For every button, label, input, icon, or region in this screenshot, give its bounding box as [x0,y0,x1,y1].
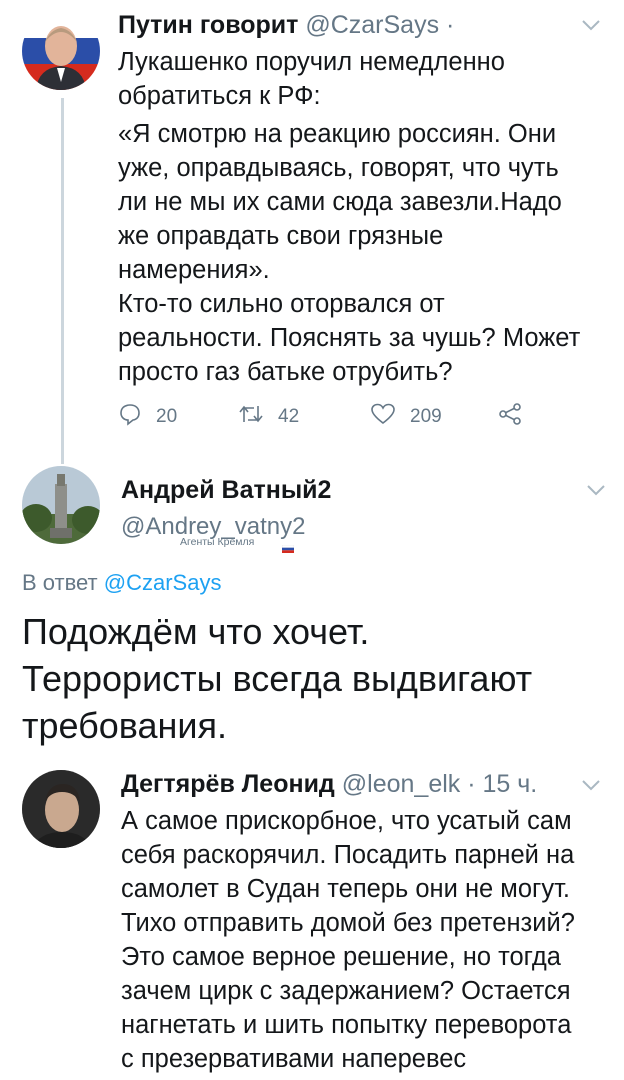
retweet-icon [238,402,278,432]
text-line: Тихо отправить домой без претензий? [121,909,575,937]
reply-context: В ответ @CzarSays [22,570,221,596]
separator: · [446,11,455,39]
flag-icon [281,540,295,553]
text-line: ли не мы их сами сюда завезли.Надо [118,188,562,216]
like-button[interactable]: 209 [370,402,442,432]
text-line: «Я смотрю на реакцию россиян. Они [118,120,557,148]
thread-line [61,98,64,464]
text-line: намерения». [118,256,270,284]
text-line: Кто-то сильно оторвался от [118,290,445,318]
text-line: уже, оправдываясь, говорят, что чуть [118,154,559,182]
retweet-button[interactable]: 42 [238,402,299,432]
text-line: Террористы всегда выдвигают [22,658,533,699]
chevron-down-icon[interactable] [586,483,606,501]
text-line: зачем цирк с задержанием? Остается [121,977,571,1005]
retweet-count: 42 [278,406,300,427]
author-handle[interactable]: @leon_elk [342,770,461,798]
text-line: же оправдать свои грязные [118,222,444,250]
reply-to-link[interactable]: @CzarSays [104,570,222,595]
text-line: себя раскорячил. Посадить парней на [121,841,575,869]
text-line: Это самое верное решение, но тогда [121,943,561,971]
text-line: с презервативами наперевес [121,1045,467,1073]
text-line: просто газ батьке отрубить? [118,358,453,386]
text-line: самолет в Судан теперь они не могут. [121,875,571,903]
tweet1-text: Лукашенко поручил немедленно обратиться … [118,45,613,389]
reply-icon [118,402,156,432]
avatar-andrey[interactable] [22,466,100,544]
timestamp[interactable]: · 15 ч. [467,770,537,798]
text-line: А самое прискорбное, что усатый сам [121,807,572,835]
text-line: реальности. Пояснять за чушь? Может [118,324,581,352]
chevron-down-icon[interactable] [581,18,601,36]
tweet3-text: А самое прискорбное, что усатый сам себя… [121,804,616,1076]
tweet2-text: Подождём что хочет. Террористы всегда вы… [22,608,612,749]
reply-prefix: В ответ [22,570,98,595]
author-name[interactable]: Дегтярёв Леонид [121,770,335,798]
text-line: нагнетать и шить попытку переворота [121,1011,572,1039]
avatar-leonid[interactable] [22,770,100,848]
author-handle[interactable]: @CzarSays [305,11,439,39]
share-icon[interactable] [497,402,523,431]
reply-count: 20 [156,406,178,427]
avatar-putin[interactable] [22,12,100,90]
like-count: 209 [410,406,442,427]
badge-label: Агенты Кремля [180,536,255,548]
text-line: обратиться к РФ: [118,82,321,110]
reply-button[interactable]: 20 [118,402,177,432]
author-name[interactable]: Путин говорит [118,11,298,39]
text-line: требования. [22,705,227,746]
tweet1-header: Путин говорит @CzarSays · [118,11,454,40]
tweet3-header: Дегтярёв Леонид @leon_elk · 15 ч. [121,770,537,799]
text-line: Подождём что хочет. [22,611,370,652]
like-icon [370,402,410,432]
chevron-down-icon[interactable] [581,778,601,796]
author-name[interactable]: Андрей Ватный2 [121,476,331,505]
text-line: Лукашенко поручил немедленно [118,48,505,76]
